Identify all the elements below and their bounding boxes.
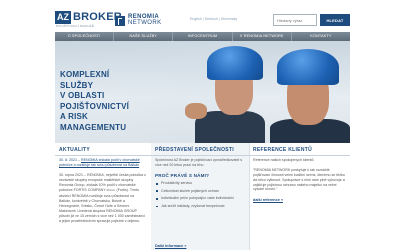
news-text: 30. srpna 2021 – RENOMIA, největší česká… [59,173,146,224]
hero-line: V OBLASTI [60,91,105,100]
company-title: PŘEDSTAVENÍ SPOLEČNOSTI [151,143,249,156]
why-us-list: Produktivity servisu Celkovitost služeb … [155,181,245,208]
renomia-line2: NETWORK [128,20,162,26]
hero-banner: KOMPLEXNÍ SLUŽBY V OBLASTI POJIŠŤOVNICTV… [55,41,350,143]
hero-line: POJIŠŤOVNICTVÍ [60,101,130,111]
references-quote: "RENOMIA NETWORK poskytuje k tak rozsáhl… [253,167,345,192]
hero-line: MANAGEMENTU [60,122,127,132]
language-links[interactable]: English | Deutsch | Slovensky [190,17,237,21]
site-header: AZ BROKER POJIŠŤOVACÍ MAKLÉŘ RENOMIA NET… [0,0,400,32]
nav-item-infocentre[interactable]: INFOCENTRUM [173,32,233,41]
renomia-network-logo[interactable]: RENOMIA NETWORK [115,14,161,27]
search-input[interactable] [273,14,317,26]
company-more-link[interactable]: Další informace » [155,244,186,248]
list-item: Individuální péče pokrývající vaše indiv… [155,196,245,201]
hero-headline: KOMPLEXNÍ SLUŽBY V OBLASTI POJIŠŤOVNICTV… [60,70,135,133]
az-broker-logo[interactable]: AZ BROKER [55,11,122,24]
nav-item-contacts[interactable]: KONTAKTY [292,32,350,41]
why-us-title: PROČ PRÁVĚ S NÁMI? [155,173,210,179]
references-column: REFERENCE KLIENTŮ Reference našich spoko… [249,143,350,250]
hero-line: KOMPLEXNÍ [60,70,110,79]
search-button[interactable]: HLEDAT [320,14,350,26]
list-item: Jak snížit náklady, zvyšovat bezpečnost [155,204,245,209]
list-item: Celkovitost služeb pojistných ochran [155,189,245,194]
main-nav: O SPOLEČNOSTI NAŠE SLUŽBY INFOCENTRUM V … [55,32,350,41]
renomia-mark-icon [115,15,125,26]
news-column: AKTUALITY 30. 8. 2021 – RENOMIA získala … [55,143,151,250]
company-column: PŘEDSTAVENÍ SPOLEČNOSTI Společnost AZ Br… [151,143,249,250]
logo-az-box: AZ [55,11,71,24]
news-title: AKTUALITY [55,143,151,156]
references-title: REFERENCE KLIENTŮ [249,143,350,156]
nav-item-services[interactable]: NAŠE SLUŽBY [114,32,174,41]
nav-item-about[interactable]: O SPOLEČNOSTI [55,32,115,41]
list-item: Produktivity servisu [155,181,245,186]
references-intro: Reference našich spokojených klientů: [253,158,315,162]
hero-line: SLUŽBY [60,80,94,90]
hero-line: A RISK [60,112,89,121]
references-more-link[interactable]: další reference » [253,198,283,203]
news-date: 30. 8. 2021 [59,158,77,162]
logo-tagline: POJIŠŤOVACÍ MAKLÉŘ [56,24,95,28]
company-text: Společnost AZ Broker je pojišťovací zpro… [155,158,243,168]
nav-item-renomia-network[interactable]: V RENOMIA NETWORK [233,32,292,41]
